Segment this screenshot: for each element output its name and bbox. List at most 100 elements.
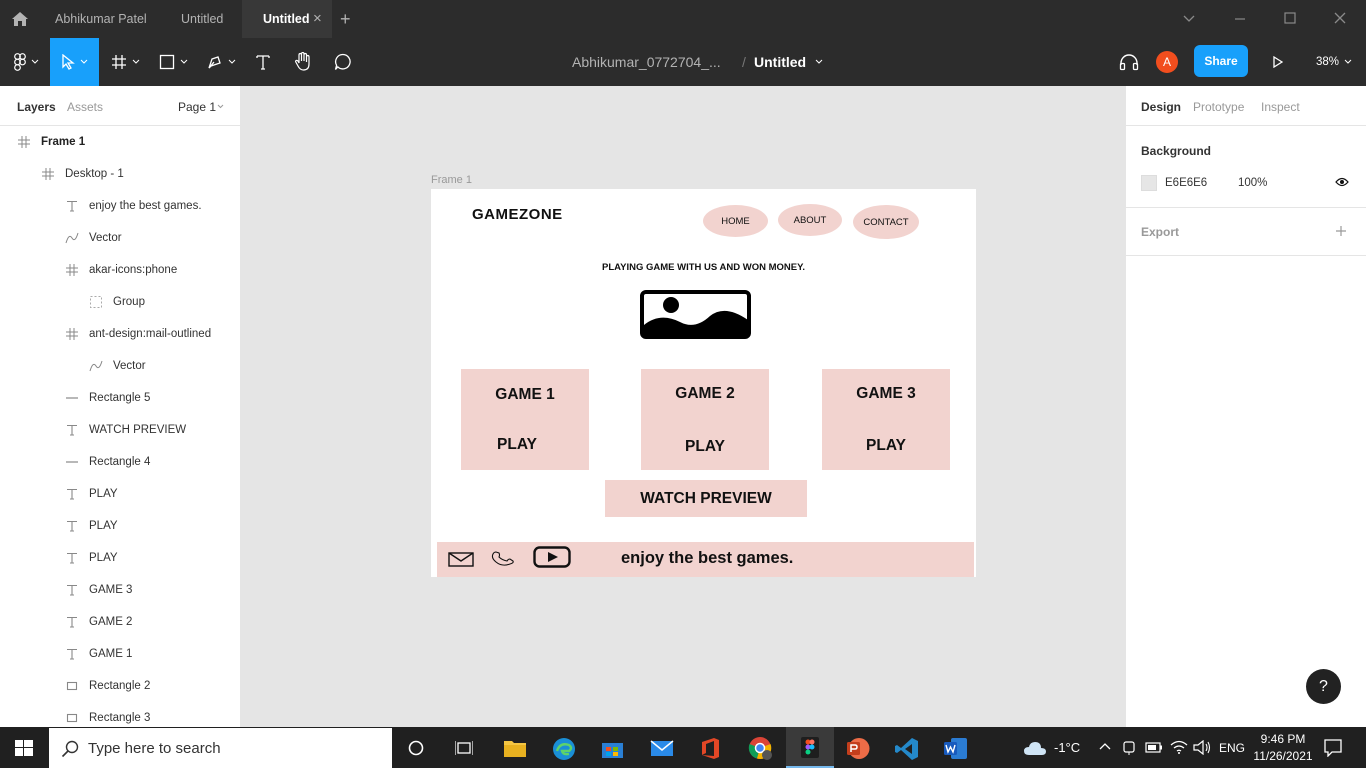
tab-assets[interactable]: Assets bbox=[67, 100, 103, 114]
avatar[interactable]: A bbox=[1156, 51, 1178, 73]
edge-icon[interactable] bbox=[552, 737, 576, 761]
close-tab-icon[interactable]: × bbox=[313, 0, 322, 38]
layer-row[interactable]: Rectangle 4 bbox=[0, 446, 240, 478]
layer-row[interactable]: ant-design:mail-outlined bbox=[0, 318, 240, 350]
add-export-icon[interactable] bbox=[1335, 225, 1347, 237]
headphones-icon[interactable] bbox=[1119, 53, 1139, 71]
volume-icon[interactable] bbox=[1193, 740, 1211, 755]
layer-row[interactable]: akar-icons:phone bbox=[0, 254, 240, 286]
mail-app-icon[interactable] bbox=[650, 740, 674, 757]
nav-home-pill[interactable]: HOME bbox=[703, 205, 768, 237]
canvas[interactable]: Frame 1 GAMEZONE HOME ABOUT CONTACT PLAY… bbox=[241, 86, 1125, 727]
windows-start-icon[interactable] bbox=[15, 740, 33, 756]
task-view-icon[interactable] bbox=[455, 740, 473, 756]
tab-untitled-active[interactable]: Untitled × bbox=[242, 0, 332, 38]
new-tab-icon[interactable]: + bbox=[340, 0, 351, 38]
share-button[interactable]: Share bbox=[1194, 45, 1248, 77]
layer-row[interactable]: PLAY bbox=[0, 510, 240, 542]
layer-row[interactable]: Group bbox=[0, 286, 240, 318]
game-card-2[interactable]: GAME 2 PLAY bbox=[641, 369, 769, 470]
layer-row[interactable]: GAME 3 bbox=[0, 574, 240, 606]
figma-app-icon bbox=[801, 737, 819, 758]
layer-label: Desktop - 1 bbox=[65, 168, 124, 180]
clock-time[interactable]: 9:46 PM bbox=[1253, 732, 1313, 746]
minimize-icon[interactable] bbox=[1234, 12, 1246, 27]
figma-taskbar-button[interactable] bbox=[786, 727, 834, 768]
tab-label: Untitled bbox=[263, 12, 310, 26]
frame-label[interactable]: Frame 1 bbox=[431, 174, 472, 186]
layer-row[interactable]: PLAY bbox=[0, 542, 240, 574]
weather-temp[interactable]: -1°C bbox=[1054, 740, 1080, 755]
home-icon[interactable] bbox=[11, 11, 29, 30]
maximize-icon[interactable] bbox=[1284, 12, 1296, 27]
tab-design[interactable]: Design bbox=[1141, 100, 1181, 114]
clock-date[interactable]: 11/26/2021 bbox=[1249, 749, 1317, 763]
file-name[interactable]: Untitled bbox=[754, 38, 806, 86]
layer-row[interactable]: Rectangle 5 bbox=[0, 382, 240, 414]
tab-inspect[interactable]: Inspect bbox=[1261, 100, 1300, 114]
layer-row[interactable]: Vector bbox=[0, 350, 240, 382]
page-selector[interactable]: Page 1 bbox=[178, 100, 216, 114]
frame-tool-button[interactable] bbox=[104, 38, 146, 86]
tray-chevron-up-icon[interactable] bbox=[1099, 742, 1111, 750]
nav-about-pill[interactable]: ABOUT bbox=[778, 204, 842, 236]
pen-tool-button[interactable] bbox=[200, 38, 242, 86]
zoom-level[interactable]: 38% bbox=[1316, 38, 1339, 86]
tab-untitled-1[interactable]: Untitled bbox=[181, 0, 223, 38]
layer-row[interactable]: Frame 1 bbox=[0, 126, 240, 158]
image-placeholder-icon[interactable] bbox=[640, 290, 751, 339]
text-tool-button[interactable] bbox=[250, 38, 276, 86]
layer-row[interactable]: GAME 1 bbox=[0, 638, 240, 670]
powerpoint-icon[interactable] bbox=[846, 737, 870, 760]
game-card-3[interactable]: GAME 3 PLAY bbox=[822, 369, 950, 470]
hand-tool-button[interactable] bbox=[290, 38, 316, 86]
project-name[interactable]: Abhikumar_0772704_... bbox=[572, 38, 721, 86]
layer-row[interactable]: Rectangle 3 bbox=[0, 702, 240, 727]
game-card-1[interactable]: GAME 1 PLAY bbox=[461, 369, 589, 470]
meet-now-icon[interactable] bbox=[1122, 740, 1136, 756]
notifications-icon[interactable] bbox=[1324, 739, 1342, 757]
word-icon[interactable] bbox=[943, 737, 968, 760]
language-indicator[interactable]: ENG bbox=[1219, 741, 1245, 755]
background-hex-input[interactable]: E6E6E6 bbox=[1165, 177, 1207, 189]
tab-prototype[interactable]: Prototype bbox=[1193, 100, 1244, 114]
file-explorer-icon[interactable] bbox=[503, 738, 527, 758]
chevron-down-icon[interactable] bbox=[1183, 12, 1195, 27]
site-title[interactable]: GAMEZONE bbox=[472, 206, 563, 223]
layer-row[interactable]: Rectangle 2 bbox=[0, 670, 240, 702]
watch-preview-button[interactable]: WATCH PREVIEW bbox=[605, 480, 807, 517]
layer-row[interactable]: Vector bbox=[0, 222, 240, 254]
tab-abhikumar[interactable]: Abhikumar Patel bbox=[55, 0, 147, 38]
figma-menu-button[interactable] bbox=[8, 38, 44, 86]
page-chevron-icon[interactable] bbox=[217, 104, 224, 109]
shape-tool-button[interactable] bbox=[152, 38, 194, 86]
wifi-icon[interactable] bbox=[1170, 740, 1188, 754]
office-icon[interactable] bbox=[700, 737, 721, 760]
help-button[interactable]: ? bbox=[1306, 669, 1341, 704]
layer-row[interactable]: Desktop - 1 bbox=[0, 158, 240, 190]
layer-row[interactable]: PLAY bbox=[0, 478, 240, 510]
eye-icon[interactable] bbox=[1335, 177, 1349, 187]
tab-layers[interactable]: Layers bbox=[17, 100, 56, 114]
layer-row[interactable]: enjoy the best games. bbox=[0, 190, 240, 222]
background-swatch[interactable] bbox=[1141, 175, 1157, 191]
cortana-icon[interactable] bbox=[408, 740, 424, 756]
background-opacity-input[interactable]: 100% bbox=[1238, 177, 1267, 189]
move-tool-button[interactable] bbox=[50, 38, 99, 86]
zoom-chevron-icon[interactable] bbox=[1344, 59, 1352, 65]
tagline[interactable]: PLAYING GAME WITH US AND WON MONEY. bbox=[431, 262, 976, 273]
chrome-icon[interactable] bbox=[748, 736, 773, 761]
layer-row[interactable]: WATCH PREVIEW bbox=[0, 414, 240, 446]
store-icon[interactable] bbox=[601, 738, 624, 759]
design-frame[interactable]: GAMEZONE HOME ABOUT CONTACT PLAYING GAME… bbox=[431, 189, 976, 577]
layer-row[interactable]: GAME 2 bbox=[0, 606, 240, 638]
comment-tool-button[interactable] bbox=[330, 38, 356, 86]
nav-contact-pill[interactable]: CONTACT bbox=[853, 205, 919, 239]
battery-icon[interactable] bbox=[1145, 742, 1163, 753]
taskbar-search[interactable]: Type here to search bbox=[49, 728, 392, 768]
close-window-icon[interactable] bbox=[1334, 12, 1346, 27]
site-footer[interactable]: enjoy the best games. bbox=[437, 542, 974, 577]
present-play-icon[interactable] bbox=[1270, 38, 1286, 86]
chevron-down-icon[interactable] bbox=[815, 59, 823, 65]
vscode-icon[interactable] bbox=[895, 737, 919, 761]
